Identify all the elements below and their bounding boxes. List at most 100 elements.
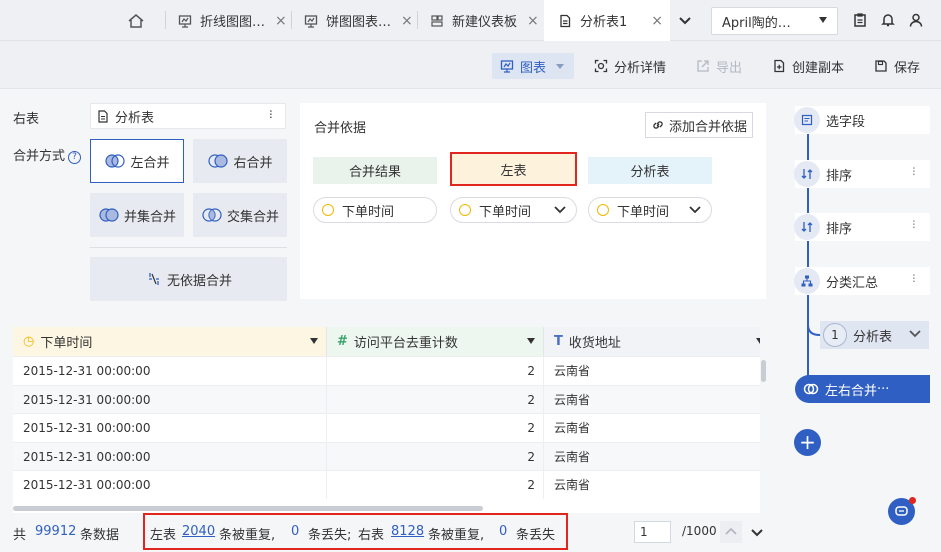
column-header-address[interactable]: T 收货地址 bbox=[544, 327, 760, 356]
step-group-summary[interactable]: 分类汇总 ··· bbox=[794, 267, 930, 295]
home-icon[interactable] bbox=[124, 10, 148, 32]
clipboard-icon[interactable] bbox=[852, 12, 868, 28]
more-icon[interactable]: ··· bbox=[905, 273, 920, 282]
dashboard-icon bbox=[178, 14, 192, 28]
scrollbar-thumb[interactable] bbox=[761, 360, 766, 382]
column-header-label: 访问平台去重计数 bbox=[353, 336, 458, 351]
right-table-select[interactable]: 分析表 ··· bbox=[90, 103, 286, 129]
add-step-button[interactable]: + bbox=[794, 429, 821, 456]
page-total: /1000 bbox=[682, 524, 717, 538]
add-merge-basis-button[interactable]: 添加合并依据 bbox=[645, 112, 753, 138]
left-join-button[interactable]: 左合并 bbox=[90, 139, 184, 183]
create-copy-label: 创建副本 bbox=[792, 60, 845, 76]
table-row[interactable]: 2015-12-31 00:00:00 2 云南省 bbox=[13, 413, 760, 443]
data-grid: ◷ 下单时间 # 访问平台去重计数 T 收货地址 2015-12-31 00:0… bbox=[13, 327, 760, 513]
left-table-field-select[interactable]: 下单时间 bbox=[450, 197, 577, 223]
more-icon[interactable]: ··· bbox=[905, 166, 920, 175]
time-icon bbox=[597, 204, 609, 216]
chat-icon bbox=[895, 506, 908, 516]
table-cell: 2015-12-31 00:00:00 bbox=[13, 385, 327, 414]
analysis-table-field-text: 下单时间 bbox=[617, 204, 670, 220]
table-cell: 2 bbox=[327, 471, 544, 500]
link-icon bbox=[653, 121, 663, 129]
table-row[interactable]: 2015-12-31 00:00:00 2 云南省 bbox=[13, 384, 760, 414]
bell-icon[interactable] bbox=[880, 12, 896, 28]
column-header-label: 下单时间 bbox=[40, 336, 93, 351]
merge-result-field-text: 下单时间 bbox=[342, 204, 395, 220]
user-select[interactable]: April陶的… bbox=[711, 7, 838, 35]
page-input[interactable]: 1 bbox=[634, 521, 671, 543]
merge-result-header: 合并结果 bbox=[313, 157, 437, 184]
close-icon[interactable]: × bbox=[527, 13, 539, 29]
total-suffix: 条数据 bbox=[80, 528, 120, 543]
caret-down-icon[interactable] bbox=[527, 338, 535, 344]
vertical-scrollbar[interactable] bbox=[761, 356, 766, 506]
table-row[interactable]: 2015-12-31 00:00:00 2 云南省 bbox=[13, 470, 760, 500]
chevron-up-icon[interactable] bbox=[720, 521, 742, 543]
horizontal-scrollbar[interactable] bbox=[13, 504, 760, 512]
table-row[interactable]: 2015-12-31 00:00:00 2 云南省 bbox=[13, 441, 760, 471]
analysis-detail-label: 分析详情 bbox=[614, 60, 667, 76]
dashboard-icon bbox=[304, 14, 318, 28]
more-icon[interactable]: ··· bbox=[877, 382, 889, 397]
close-icon[interactable]: × bbox=[651, 13, 663, 29]
tab-new-dashboard[interactable]: 新建仪表板 × bbox=[418, 0, 543, 41]
merge-result-text: 合并结果 bbox=[348, 165, 401, 180]
analysis-detail-button[interactable]: 分析详情 bbox=[594, 53, 666, 79]
step-select-fields[interactable]: 选字段 bbox=[794, 106, 930, 134]
step-sort[interactable]: 排序 ··· bbox=[794, 160, 930, 188]
sort-icon bbox=[794, 161, 820, 187]
scrollbar-thumb[interactable] bbox=[13, 506, 483, 511]
chart-button[interactable]: 图表 bbox=[492, 53, 575, 79]
text-type-icon: T bbox=[554, 334, 563, 349]
save-button[interactable]: 保存 bbox=[874, 53, 920, 79]
caret-down-icon[interactable] bbox=[310, 338, 318, 344]
tab-pie-chart[interactable]: 饼图图表… × bbox=[292, 0, 417, 41]
close-icon[interactable]: × bbox=[401, 13, 413, 29]
column-header-order-time[interactable]: ◷ 下单时间 bbox=[13, 327, 327, 356]
more-icon[interactable]: ··· bbox=[262, 109, 277, 118]
export-icon bbox=[697, 60, 709, 72]
step-sort[interactable]: 排序 ··· bbox=[794, 213, 930, 241]
merge-mode-text: 合并方式 bbox=[13, 149, 66, 164]
column-header-visit-count[interactable]: # 访问平台去重计数 bbox=[327, 327, 544, 356]
no-basis-join-button[interactable]: 无依据合并 bbox=[90, 257, 287, 301]
step-source-analysis-table[interactable]: 1 分析表 bbox=[820, 321, 929, 349]
right-table-label: 右表 bbox=[13, 112, 40, 127]
more-icon[interactable]: ··· bbox=[905, 219, 920, 228]
table-cell: 云南省 bbox=[544, 414, 760, 442]
chevron-down-icon[interactable] bbox=[675, 12, 695, 30]
intersect-join-button[interactable]: 交集合并 bbox=[193, 193, 287, 237]
time-icon bbox=[459, 204, 471, 216]
tab-label: 饼图图表… bbox=[326, 15, 392, 30]
caret-down-icon[interactable] bbox=[756, 338, 760, 344]
column-header-label: 收货地址 bbox=[568, 336, 621, 351]
caret-down-icon bbox=[819, 17, 827, 23]
close-icon[interactable]: × bbox=[275, 13, 287, 29]
save-label: 保存 bbox=[894, 60, 921, 76]
tab-line-chart[interactable]: 折线图图… × bbox=[166, 0, 291, 41]
right-join-icon bbox=[208, 154, 229, 168]
table-cell: 云南省 bbox=[544, 471, 760, 499]
help-icon[interactable]: ? bbox=[68, 151, 82, 164]
left-table-text: 左表 bbox=[500, 163, 527, 179]
dashboard-grid-icon bbox=[431, 14, 443, 27]
union-join-button[interactable]: 并集合并 bbox=[90, 193, 184, 237]
chat-support-button[interactable] bbox=[888, 497, 916, 525]
merge-basis-label: 合并依据 bbox=[314, 121, 367, 136]
merge-result-field[interactable]: 下单时间 bbox=[313, 197, 437, 223]
analysis-table-field-select[interactable]: 下单时间 bbox=[588, 197, 712, 223]
chevron-down-icon[interactable] bbox=[909, 330, 921, 338]
user-name: April陶的… bbox=[722, 15, 791, 31]
export-button[interactable]: 导出 bbox=[696, 53, 742, 79]
right-join-button[interactable]: 右合并 bbox=[193, 139, 287, 183]
table-row[interactable]: 2015-12-31 00:00:00 2 云南省 bbox=[13, 356, 760, 385]
user-icon[interactable] bbox=[908, 12, 924, 28]
table-cell: 云南省 bbox=[544, 357, 760, 385]
step-left-right-merge[interactable]: 左右合并 ··· bbox=[795, 375, 930, 403]
chevron-down-icon[interactable] bbox=[746, 521, 768, 543]
right-join-label: 右合并 bbox=[233, 155, 273, 171]
create-copy-button[interactable]: 创建副本 bbox=[772, 53, 844, 79]
export-label: 导出 bbox=[716, 60, 743, 76]
tab-analysis-table[interactable]: 分析表1 × bbox=[544, 0, 670, 41]
